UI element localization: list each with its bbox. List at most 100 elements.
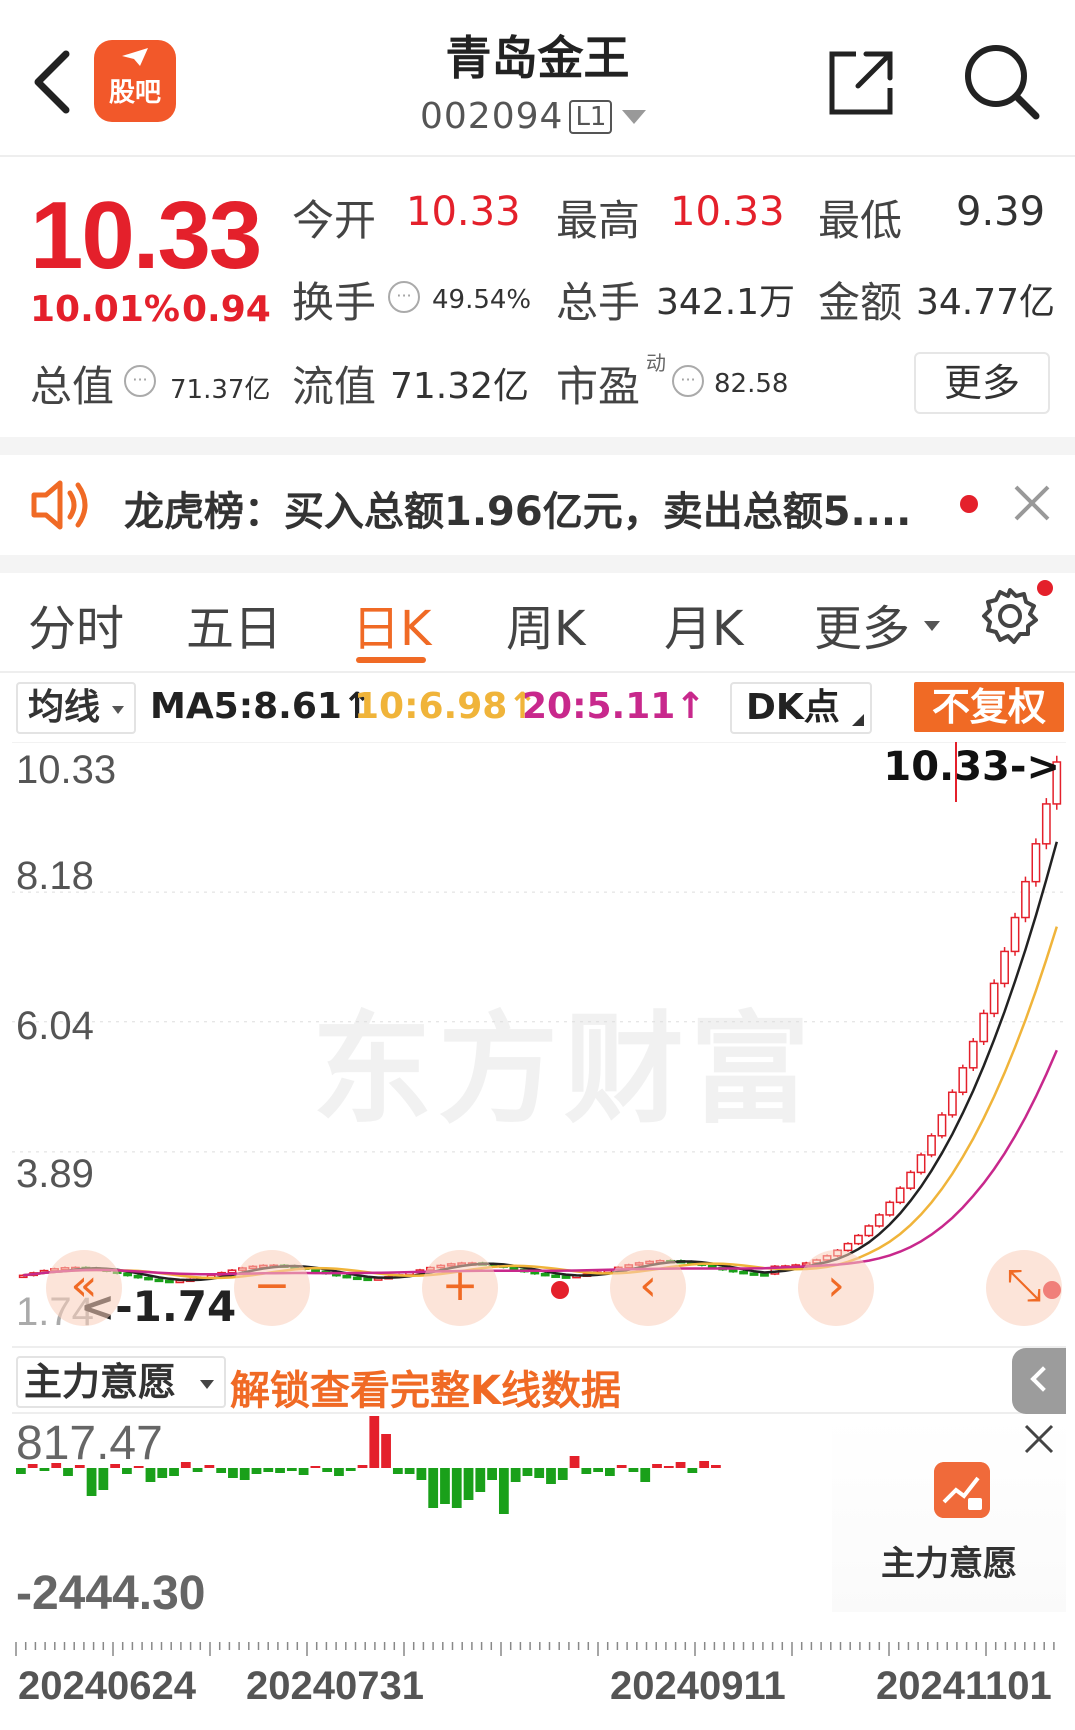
level-badge: L1: [569, 99, 613, 134]
main-force-promo-card[interactable]: 主力意愿: [832, 1416, 1066, 1612]
scroll-to-start-button[interactable]: «: [46, 1250, 122, 1326]
stock-code-selector[interactable]: 002094 L1: [420, 96, 647, 137]
ma5-line: [23, 841, 1059, 1282]
main-force-chart[interactable]: 817.47 -2444.30 主力意愿: [12, 1416, 1066, 1632]
indicator-bar: [487, 1468, 497, 1480]
share-icon[interactable]: [826, 48, 896, 118]
candle-body: [979, 1012, 989, 1043]
indicator-bar: [522, 1468, 533, 1476]
dk-point-label: DK点: [746, 687, 840, 728]
tab-intraday[interactable]: 分时: [28, 589, 124, 659]
candle-body: [989, 982, 999, 1015]
indicator-bar: [392, 1468, 403, 1474]
market-cap-label: 总值: [30, 362, 115, 411]
chevron-down-icon: [622, 109, 647, 124]
corner-triangle-icon: [852, 714, 864, 726]
dragon-tiger-notice[interactable]: 龙虎榜：买入总额1.96亿元，卖出总额5....: [0, 455, 1075, 555]
section-divider: [0, 555, 1075, 573]
info-icon[interactable]: ···: [388, 281, 420, 313]
date-label: 20240624: [18, 1664, 196, 1708]
candle-body: [895, 1187, 905, 1204]
indicator-bar: [711, 1465, 721, 1468]
indicator-bar: [652, 1464, 662, 1468]
candle-body: [728, 1268, 738, 1273]
scroll-left-button[interactable]: ‹: [610, 1250, 686, 1326]
amount-value: 34.77亿: [916, 282, 1056, 323]
tab-more[interactable]: 更多: [814, 589, 910, 659]
latest-price-tag: 10.33->: [883, 744, 1060, 790]
pe-value: 82.58: [714, 369, 789, 399]
main-force-select-label: 主力意愿: [24, 1360, 177, 1404]
tab-monthly-k[interactable]: 月K: [664, 589, 743, 659]
indicator-bar: [98, 1468, 109, 1490]
close-icon[interactable]: [1010, 481, 1054, 525]
info-icon[interactable]: ···: [124, 365, 156, 397]
close-icon[interactable]: [1022, 1422, 1056, 1456]
volume-label: 总手: [556, 278, 641, 327]
candle-body: [509, 1266, 519, 1271]
candle-body: [906, 1171, 916, 1189]
chevron-down-icon: [200, 1380, 214, 1389]
float-cap-label: 流值: [292, 362, 377, 411]
pe-dynamic-mark: 动: [646, 351, 666, 375]
settings-badge-dot: [1037, 580, 1053, 596]
indicator-bar: [228, 1468, 238, 1478]
ma10-line: [23, 926, 1058, 1280]
tab-daily-k[interactable]: 日K: [352, 589, 431, 659]
high-label: 最高: [556, 196, 641, 245]
candle-body: [885, 1201, 895, 1216]
fullscreen-button[interactable]: ⤡: [986, 1250, 1062, 1326]
y-axis-label: 8.18: [16, 854, 94, 898]
info-icon[interactable]: ···: [672, 365, 704, 397]
k-line-chart[interactable]: 东方财富 10.33 8.18 6.04 3.89 1.74 10.33-> <…: [12, 742, 1066, 1342]
ma20-line: [23, 1049, 1058, 1277]
chart-period-tabs: 分时 五日 日K 周K 月K 更多: [0, 573, 1075, 673]
indicator-bar: [699, 1461, 710, 1468]
indicator-bar: [345, 1468, 356, 1471]
indicator-bar: [192, 1468, 203, 1472]
more-quote-button[interactable]: 更多: [914, 352, 1050, 414]
tab-weekly-k[interactable]: 周K: [506, 589, 585, 659]
indicator-bar: [546, 1468, 556, 1484]
main-force-header: 主力意愿 解锁查看完整K线数据: [12, 1346, 1066, 1414]
open-label: 今开: [292, 196, 377, 245]
search-icon[interactable]: [960, 40, 1042, 122]
indicator-bar: [263, 1468, 274, 1472]
ma20-value: 20:5.11↑: [522, 686, 706, 727]
adjust-mode-button[interactable]: 不复权: [914, 682, 1064, 732]
unlock-full-data-link[interactable]: 解锁查看完整K线数据: [230, 1358, 621, 1416]
date-label: 20240731: [246, 1664, 424, 1708]
indicator-bar: [169, 1468, 179, 1476]
candle-body: [551, 1274, 561, 1278]
gear-icon[interactable]: [980, 586, 1040, 646]
candle-body: [739, 1270, 748, 1275]
indicator-bar: [428, 1468, 439, 1508]
indicator-bar: [663, 1466, 674, 1468]
indicator-bar: [498, 1468, 509, 1514]
chevron-down-icon: [924, 621, 940, 631]
dk-point-button[interactable]: DK点: [730, 682, 872, 734]
indicator-bar: [286, 1468, 297, 1471]
collapse-panel-button[interactable]: [1012, 1348, 1066, 1414]
stock-name: 青岛金王: [445, 31, 630, 85]
indicator-bar: [239, 1468, 250, 1480]
indicator-max-label: 817.47: [16, 1417, 163, 1470]
candle-body: [927, 1135, 936, 1156]
indicator-bar: [369, 1416, 380, 1468]
tab-five-day[interactable]: 五日: [186, 589, 282, 659]
indicator-bar: [640, 1468, 651, 1482]
indicator-bar: [310, 1466, 321, 1468]
indicator-bar: [334, 1468, 344, 1476]
candle-body: [363, 1277, 373, 1282]
zoom-in-button[interactable]: +: [422, 1250, 498, 1326]
zoom-out-button[interactable]: −: [234, 1250, 310, 1326]
main-force-select[interactable]: 主力意愿: [16, 1356, 226, 1408]
indicator-bar: [510, 1468, 521, 1482]
indicator-select[interactable]: 均线: [16, 682, 136, 734]
indicator-bar: [675, 1462, 686, 1468]
candle-body: [1010, 916, 1020, 953]
indicator-bar: [322, 1468, 333, 1472]
candle-body: [342, 1274, 352, 1279]
scroll-right-button[interactable]: ›: [798, 1250, 874, 1326]
change-percent: 10.01%: [30, 289, 180, 330]
